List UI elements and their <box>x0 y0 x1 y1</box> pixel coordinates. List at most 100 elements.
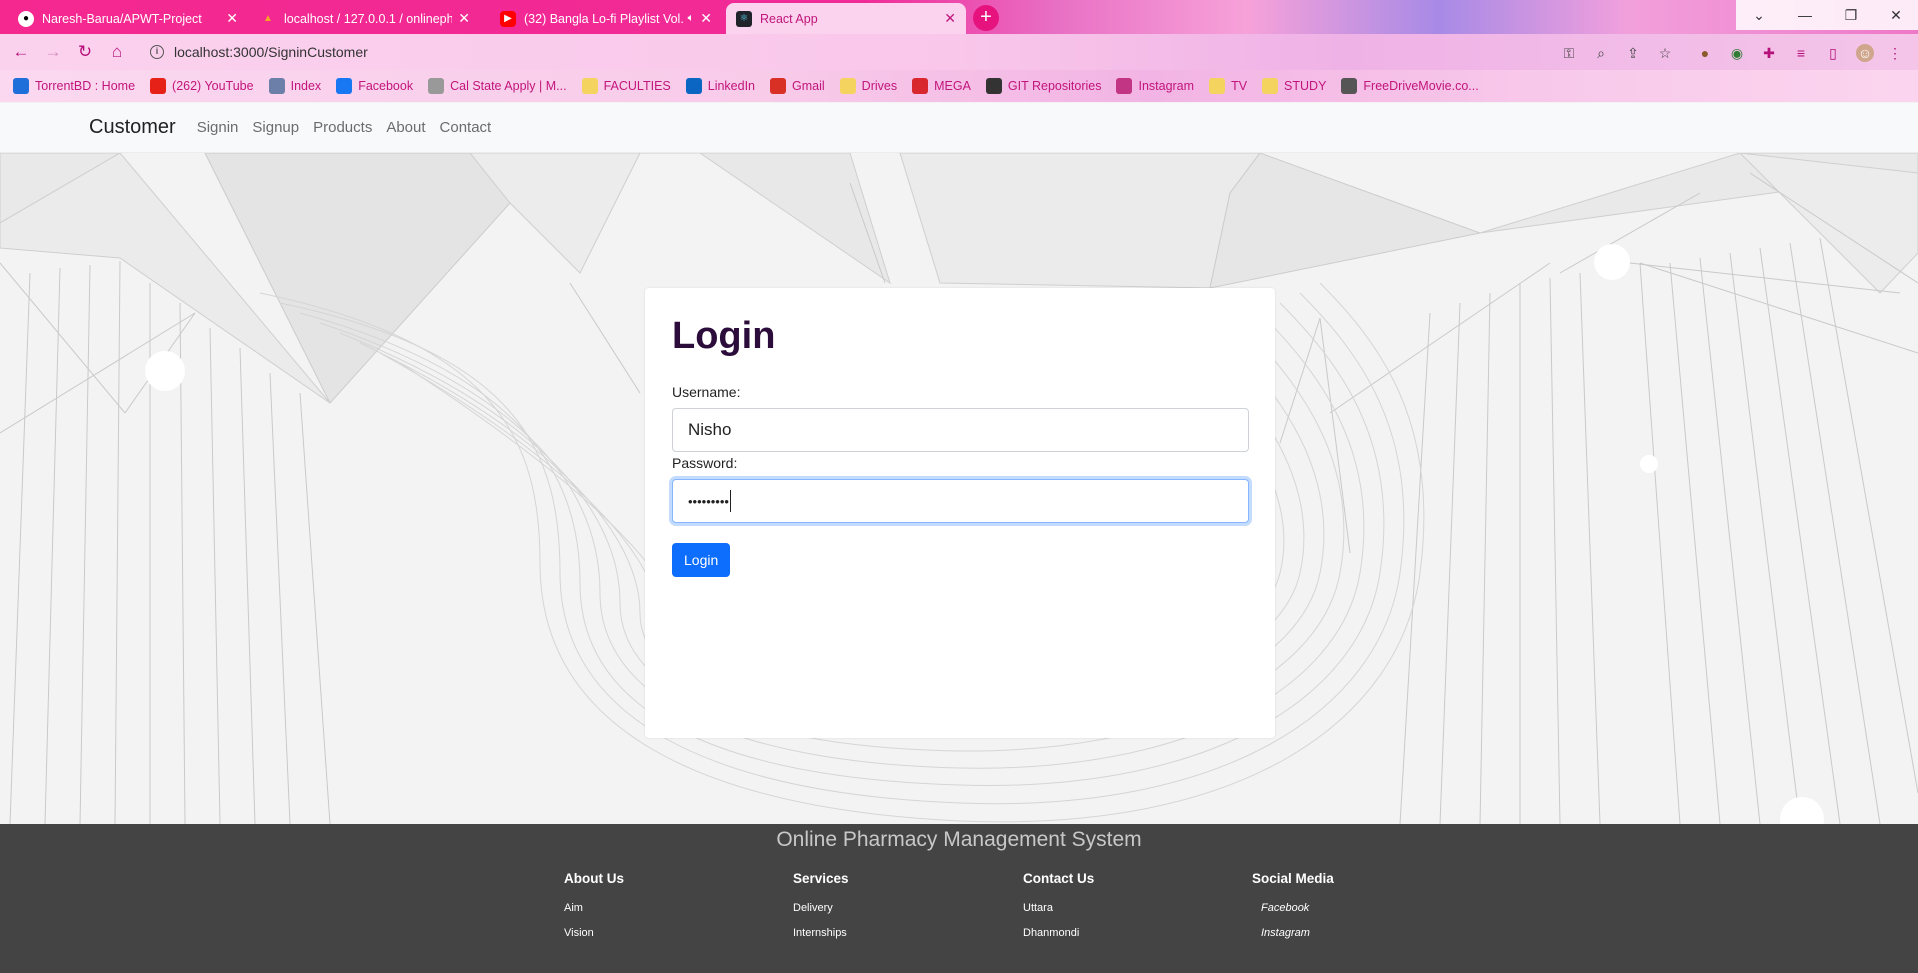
menu-icon[interactable]: ⋮ <box>1886 44 1904 62</box>
zoom-icon[interactable]: ⌕ <box>1592 44 1610 62</box>
password-value: ••••••••• <box>688 493 729 509</box>
cookie-extension-icon[interactable]: ● <box>1696 44 1714 62</box>
footer-column-social: Social Media Facebook Instagram <box>1252 871 1334 952</box>
bookmark-favicon-icon <box>428 78 445 94</box>
globe-extension-icon[interactable]: ◉ <box>1728 44 1746 62</box>
footer-link-dhanmondi[interactable]: Dhanmondi <box>1023 927 1094 939</box>
footer-link-instagram[interactable]: Instagram <box>1252 927 1334 939</box>
reading-list-icon[interactable]: ≡ <box>1792 44 1810 62</box>
nav-link-signin[interactable]: Signin <box>197 119 239 136</box>
bookmark-favicon-icon <box>581 78 598 94</box>
site-footer: Online Pharmacy Management System About … <box>0 824 1918 973</box>
tab-title: React App <box>760 11 818 26</box>
reload-icon[interactable]: ↻ <box>74 41 96 63</box>
footer-link-uttara[interactable]: Uttara <box>1023 902 1094 914</box>
restore-icon[interactable]: ❐ <box>1828 0 1874 30</box>
bookmark-item[interactable]: (262) YouTube <box>150 78 254 94</box>
share-icon[interactable]: ⇪ <box>1624 44 1642 62</box>
react-icon: ⚛ <box>736 10 752 27</box>
bookmark-favicon-icon <box>770 78 787 94</box>
back-icon[interactable]: ← <box>10 41 32 63</box>
username-input[interactable]: Nisho <box>672 408 1249 452</box>
bookmark-item[interactable]: STUDY <box>1262 78 1326 94</box>
bookmark-item[interactable]: FreeDriveMovie.co... <box>1341 78 1479 94</box>
bookmark-item[interactable]: Drives <box>839 78 898 94</box>
profile-avatar[interactable]: ☺ <box>1856 44 1874 62</box>
footer-heading: Services <box>793 871 849 886</box>
browser-tab-github[interactable]: ● Naresh-Barua/APWT-Project ✕ <box>8 3 248 34</box>
footer-heading: Social Media <box>1252 871 1334 886</box>
bookmark-item[interactable]: TV <box>1209 78 1247 94</box>
bookmark-item[interactable]: Cal State Apply | M... <box>428 78 567 94</box>
footer-link-vision[interactable]: Vision <box>564 927 624 939</box>
close-icon[interactable]: ✕ <box>458 10 470 27</box>
tab-search-icon[interactable]: ⌄ <box>1736 0 1782 30</box>
tab-title: Naresh-Barua/APWT-Project <box>42 11 202 26</box>
login-button[interactable]: Login <box>672 543 731 577</box>
side-panel-icon[interactable]: ▯ <box>1824 44 1842 62</box>
bookmark-favicon-icon <box>336 78 353 94</box>
nav-link-products[interactable]: Products <box>313 119 372 136</box>
bookmark-item[interactable]: Facebook <box>336 78 413 94</box>
bookmark-item[interactable]: LinkedIn <box>685 78 756 94</box>
footer-title: Online Pharmacy Management System <box>776 828 1142 851</box>
bookmark-favicon-icon <box>1209 78 1226 94</box>
forward-icon[interactable]: → <box>42 41 64 63</box>
footer-column-contact: Contact Us Uttara Dhanmondi <box>1023 871 1094 952</box>
bookmark-favicon-icon <box>1262 78 1279 94</box>
login-title: Login <box>672 315 776 357</box>
site-info-icon[interactable]: i <box>150 45 164 59</box>
bookmarks-bar: TorrentBD : Home (262) YouTube Index Facebo… <box>0 70 1918 102</box>
bookmark-favicon-icon <box>13 78 29 94</box>
text-caret <box>729 490 731 512</box>
browser-tab-youtube[interactable]: ▶ (32) Bangla Lo-fi Playlist Vol. 🔈︎ ✕ <box>490 3 722 34</box>
home-icon[interactable]: ⌂ <box>106 41 128 63</box>
speaker-icon[interactable]: 🔈︎ <box>688 12 695 25</box>
bookmark-item[interactable]: Gmail <box>770 78 825 94</box>
extensions-icon[interactable]: ✚ <box>1760 44 1778 62</box>
bookmark-label: Cal State Apply | M... <box>450 79 567 93</box>
password-input[interactable]: ••••••••• <box>672 479 1249 523</box>
bookmark-favicon-icon <box>1341 78 1358 94</box>
footer-link-aim[interactable]: Aim <box>564 902 624 914</box>
bookmark-item[interactable]: Index <box>268 78 322 94</box>
bookmark-label: TorrentBD : Home <box>35 79 136 93</box>
nav-link-contact[interactable]: Contact <box>440 119 492 136</box>
bookmark-favicon-icon <box>1116 78 1133 94</box>
browser-toolbar: ← → ↻ ⌂ i localhost:3000/SigninCustomer … <box>0 34 1918 70</box>
close-window-icon[interactable]: ✕ <box>1874 0 1918 30</box>
bookmark-item[interactable]: TorrentBD : Home <box>13 78 135 94</box>
tab-title: localhost / 127.0.0.1 / onlinephar <box>284 11 453 26</box>
bookmark-item[interactable]: FACULTIES <box>581 78 671 94</box>
bookmark-item[interactable]: Instagram <box>1116 78 1194 94</box>
close-icon[interactable]: ✕ <box>700 10 712 27</box>
bookmark-label: Drives <box>861 79 898 93</box>
bookmark-favicon-icon <box>912 78 929 94</box>
browser-tab-phpmyadmin[interactable]: ▲ localhost / 127.0.0.1 / onlinephar ✕ <box>250 3 480 34</box>
footer-link-internships[interactable]: Internships <box>793 927 849 939</box>
footer-link-delivery[interactable]: Delivery <box>793 902 849 914</box>
bookmark-label: LinkedIn <box>707 79 756 93</box>
bookmark-favicon-icon <box>150 78 167 94</box>
minimize-icon[interactable]: — <box>1782 0 1828 30</box>
bookmark-label: Index <box>290 79 322 93</box>
key-icon[interactable]: ⚿ <box>1560 44 1578 62</box>
bookmark-item[interactable]: MEGA <box>912 78 971 94</box>
nav-link-about[interactable]: About <box>386 119 425 136</box>
bookmark-item[interactable]: GIT Repositories <box>985 78 1101 94</box>
username-label: Username: <box>672 384 741 400</box>
navbar-brand[interactable]: Customer <box>89 116 176 139</box>
login-card: Login Username: Nisho Password: ••••••••… <box>645 288 1275 738</box>
browser-tab-strip: ● Naresh-Barua/APWT-Project ✕ ▲ localhos… <box>0 0 1918 34</box>
close-icon[interactable]: ✕ <box>226 10 238 27</box>
phpmyadmin-icon: ▲ <box>263 13 273 24</box>
username-value: Nisho <box>688 420 732 439</box>
new-tab-button[interactable]: + <box>973 5 999 31</box>
close-icon[interactable]: ✕ <box>944 10 956 27</box>
browser-tab-react[interactable]: ⚛ React App ✕ <box>726 3 966 34</box>
bookmark-star-icon[interactable]: ☆ <box>1656 44 1674 62</box>
bookmark-label: (262) YouTube <box>172 79 254 93</box>
nav-link-signup[interactable]: Signup <box>252 119 299 136</box>
password-label: Password: <box>672 455 738 471</box>
footer-link-facebook[interactable]: Facebook <box>1252 902 1334 914</box>
